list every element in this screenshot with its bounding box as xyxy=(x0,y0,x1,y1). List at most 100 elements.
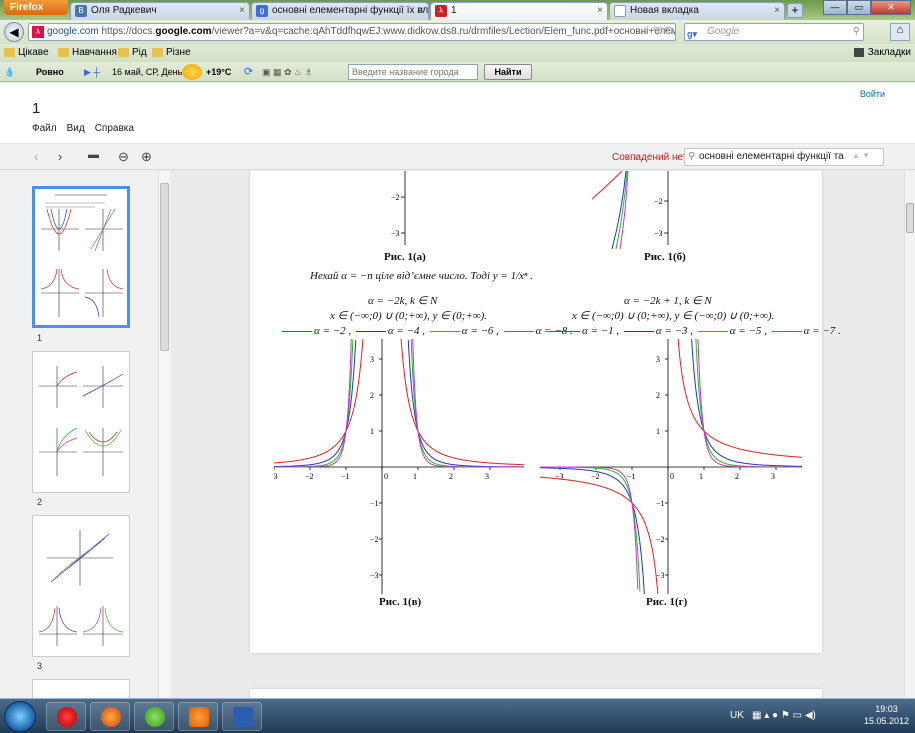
curve-power-6 xyxy=(274,339,354,468)
y-tick-label: 1 xyxy=(656,427,660,436)
taskbar-word[interactable] xyxy=(222,702,262,731)
x-tick-label: 0 xyxy=(670,472,674,481)
legend-swatch-blue xyxy=(623,330,654,332)
thumbnails-scrollbar[interactable] xyxy=(158,171,170,698)
y-tick-label: −3 xyxy=(656,571,665,580)
menu-file[interactable]: Файл xyxy=(32,123,57,134)
weather-temp: +19°C xyxy=(206,67,232,77)
x-tick-label: 2 xyxy=(449,472,453,481)
thumbnails-scroll-thumb[interactable] xyxy=(160,183,169,351)
bookmark-folder[interactable]: Рід xyxy=(118,47,147,59)
bookmark-label: Цікаве xyxy=(18,47,49,58)
right-header-1: α = −2k + 1, k ∈ N xyxy=(624,295,712,307)
legend-swatch-magenta xyxy=(771,330,802,332)
next-page-icon[interactable]: › xyxy=(58,149,62,164)
prev-page-icon[interactable]: ‹ xyxy=(34,149,38,164)
plot-odd-power: −3 −2 −1 0 1 2 3321−1−2−3 xyxy=(540,339,802,594)
close-window-button[interactable]: ✕ xyxy=(871,0,911,15)
tab-vk[interactable]: B Оля Радкевич × xyxy=(70,2,250,20)
close-icon[interactable]: × xyxy=(418,3,424,19)
bookmark-label: Навчання xyxy=(72,47,117,58)
tray-icons[interactable]: ▦ ▴ ● ⚑ ▭ ◀) xyxy=(752,710,816,721)
y-tick-label: −2 xyxy=(656,535,665,544)
weather-city[interactable]: Ровно xyxy=(36,66,64,78)
taskbar-firefox[interactable] xyxy=(90,702,130,731)
tab-pdf[interactable]: λ 1 × xyxy=(430,2,608,20)
zoom-in-icon[interactable]: ⊕ xyxy=(141,149,152,165)
document-scrollbar[interactable] xyxy=(904,171,915,698)
close-icon[interactable]: × xyxy=(597,3,603,19)
y-tick-label: −2 xyxy=(370,535,379,544)
tab-new[interactable]: Новая вкладка × xyxy=(609,2,785,20)
legend-swatch-green xyxy=(697,330,728,332)
language-indicator[interactable]: UK xyxy=(730,710,744,721)
signin-link[interactable]: Войти xyxy=(860,89,885,99)
x-tick-label: 3 xyxy=(771,472,775,481)
weather-sun-icon xyxy=(182,64,202,80)
firefox-menu-button[interactable]: Firefox xyxy=(4,0,68,15)
play-icon[interactable]: ▶ ┼ xyxy=(84,66,100,78)
figure-caption-c: Рис. 1(в) xyxy=(379,596,422,608)
y-tick-label: 3 xyxy=(656,355,660,364)
weather-toolbar: 💧 Ровно ▶ ┼ 16 май, СР, День +19°C ⟳ ▣ ▦… xyxy=(0,62,915,82)
taskbar-opera[interactable] xyxy=(46,702,86,731)
document-page-1: −2 −3 −2 −3 Рис. 1(а) Рис. 1(б) Нехай α … xyxy=(250,171,841,653)
taskbar-icq[interactable] xyxy=(134,702,174,731)
close-icon[interactable]: × xyxy=(239,3,245,19)
close-icon[interactable]: × xyxy=(774,3,780,19)
plot-even-power: −3 −2 −1 0 1 2 3 3 2 1 −1 −2 −3 xyxy=(274,339,524,594)
menu-view[interactable]: Вид xyxy=(67,123,85,134)
maximize-button[interactable]: ▭ xyxy=(847,0,871,15)
taskbar-media-player[interactable] xyxy=(178,702,218,731)
print-icon[interactable]: ▬ xyxy=(88,149,99,161)
city-input[interactable]: Введите название города xyxy=(348,64,478,80)
menu-help[interactable]: Справка xyxy=(95,123,134,134)
find-city-button[interactable]: Найти xyxy=(484,64,532,80)
address-bar[interactable]: λ google.com https://docs.google.com/vie… xyxy=(28,23,676,41)
curve-power-1 xyxy=(540,476,659,594)
start-button[interactable] xyxy=(4,701,36,732)
firefox-icon xyxy=(101,707,121,727)
curve-magenta xyxy=(619,171,629,250)
home-button[interactable]: ⌂ xyxy=(890,23,910,41)
viewer-header: 1 Файл Вид Справка Войти xyxy=(0,83,915,143)
find-query: основні елементарні функції та xyxy=(699,151,844,162)
x-tick-label: −1 xyxy=(341,472,350,481)
bookmarks-icon xyxy=(853,48,864,57)
search-input[interactable]: g▾ Google ⚲ xyxy=(684,23,864,41)
page-thumbnail-3[interactable] xyxy=(32,515,130,657)
figure-caption-d: Рис. 1(г) xyxy=(646,596,688,608)
curve-power-8 xyxy=(412,339,524,468)
clock-date: 15.05.2012 xyxy=(863,716,909,726)
page-thumbnail-1[interactable] xyxy=(32,186,130,328)
bookmark-folder[interactable]: Цікаве xyxy=(4,47,49,59)
find-prev-next-icon[interactable]: ▲ ▼ xyxy=(852,151,870,160)
url-site-identity[interactable]: google.com xyxy=(47,26,99,37)
clock[interactable]: 19:03 15.05.2012 xyxy=(864,703,909,727)
top-plots-tail: −2 −3 −2 −3 xyxy=(391,171,669,250)
zoom-out-icon[interactable]: ⊖ xyxy=(118,149,129,165)
tab-google[interactable]: g основні елементарні функції їх влас… × xyxy=(251,2,429,20)
refresh-icon[interactable]: ⟳ xyxy=(244,66,253,78)
weather-tools-icon[interactable]: ▣ ▦ ✿ ♨ ♗ xyxy=(262,66,313,78)
bookmarks-menu[interactable]: Закладки xyxy=(853,47,911,59)
curve-blue xyxy=(611,171,627,250)
page-thumbnail-2[interactable] xyxy=(32,351,130,493)
minimize-button[interactable]: — xyxy=(823,0,847,15)
x-tick-label: −1 xyxy=(627,472,636,481)
new-tab-button[interactable]: + xyxy=(787,3,803,18)
back-button[interactable]: ◀ xyxy=(4,22,24,42)
document-scroll-thumb[interactable] xyxy=(906,203,914,233)
x-tick-label: 3 xyxy=(485,472,489,481)
curve-power-6 xyxy=(410,339,524,468)
search-icon[interactable]: ⚲ xyxy=(853,24,860,40)
figure-caption-a: Рис. 1(а) xyxy=(384,251,426,263)
y-tick-label: −3 xyxy=(370,571,379,580)
y-tick-label: 3 xyxy=(370,355,374,364)
icq-flower-icon xyxy=(145,707,165,727)
page-number-3: 3 xyxy=(37,661,43,671)
bookmark-star-icon[interactable]: ☆ ▽ C xyxy=(640,24,672,37)
bookmark-folder[interactable]: Різне xyxy=(152,47,191,59)
x-tick-label: −3 xyxy=(274,472,278,481)
bookmark-folder[interactable]: Навчання xyxy=(58,47,117,59)
